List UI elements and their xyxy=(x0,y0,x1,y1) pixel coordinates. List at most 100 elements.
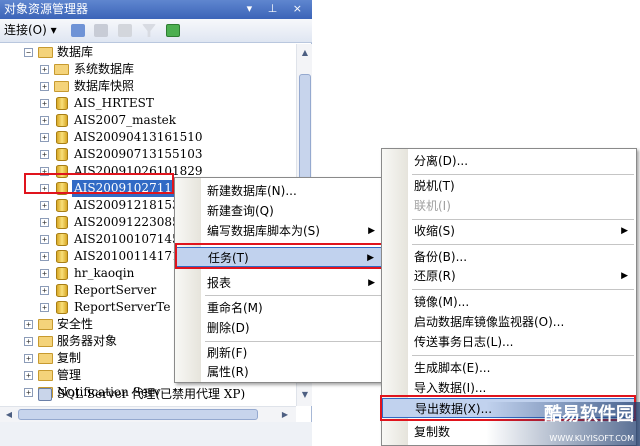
database-icon xyxy=(56,250,68,263)
menu-item-rename[interactable]: 重命名(M) xyxy=(175,298,383,318)
scroll-up-icon[interactable]: ▲ xyxy=(298,46,312,60)
tree-label: 管理 xyxy=(57,368,82,382)
menu-item-label: 传送事务日志(L)... xyxy=(414,335,514,349)
expand-icon[interactable]: + xyxy=(40,116,49,125)
submenu-arrow-icon: ▶ xyxy=(368,278,375,288)
watermark-text: 酷易软件园 xyxy=(544,404,634,425)
menu-item-bring-online: 联机(I) xyxy=(382,196,636,216)
filter-icon[interactable] xyxy=(141,24,156,37)
expand-icon[interactable]: + xyxy=(40,303,49,312)
menu-separator xyxy=(412,355,634,356)
expand-icon[interactable]: + xyxy=(40,201,49,210)
menu-item-label: 刷新(F) xyxy=(207,346,248,360)
refresh-icon[interactable] xyxy=(165,24,180,37)
scroll-left-icon[interactable]: ◀ xyxy=(2,408,16,422)
menu-item-script-database[interactable]: 编写数据库脚本为(S) ▶ xyxy=(175,221,383,241)
menu-separator xyxy=(412,289,634,290)
folder-icon xyxy=(38,319,53,330)
folder-icon xyxy=(54,81,69,92)
menu-item-backup[interactable]: 备份(B)... xyxy=(382,247,636,267)
menu-item-label: 联机(I) xyxy=(414,199,451,213)
menu-item-detach[interactable]: 分离(D)... xyxy=(382,151,636,171)
panel-titlebar: 对象资源管理器 ▾ ⊥ × xyxy=(0,0,312,19)
expand-icon[interactable]: + xyxy=(24,371,33,380)
menu-item-label: 启动数据库镜像监视器(O)... xyxy=(414,315,565,329)
database-icon xyxy=(56,97,68,110)
menu-item-label: 生成脚本(E)... xyxy=(414,361,491,375)
tree-node-database[interactable]: + AIS20090713155103 xyxy=(0,146,290,163)
horizontal-scroll-thumb[interactable] xyxy=(18,409,258,420)
expand-icon[interactable]: + xyxy=(40,252,49,261)
tree-node-database[interactable]: + AIS20090413161510 xyxy=(0,129,290,146)
menu-separator xyxy=(412,219,634,220)
expand-icon[interactable]: + xyxy=(40,150,49,159)
menu-item-label: 导入数据(I)... xyxy=(414,381,487,395)
scroll-right-icon[interactable]: ▶ xyxy=(278,408,292,422)
expand-icon[interactable]: + xyxy=(40,99,49,108)
tree-node-database[interactable]: + AIS_HRTEST xyxy=(0,95,290,112)
submenu-arrow-icon: ▶ xyxy=(368,226,375,236)
expand-icon[interactable]: + xyxy=(24,337,33,346)
menu-item-mirror[interactable]: 镜像(M)... xyxy=(382,292,636,312)
tree-label: 数据库 xyxy=(57,45,94,59)
connect-server-icon[interactable] xyxy=(70,24,85,37)
menu-item-new-query[interactable]: 新建查询(Q) xyxy=(175,201,383,221)
tree-label: 数据库快照 xyxy=(74,79,135,93)
tree-node-sql-agent[interactable]: SQL Server 代理(已禁用代理 XP) xyxy=(0,386,296,403)
horizontal-scrollbar[interactable]: ◀ ▶ xyxy=(0,406,296,422)
expand-icon[interactable]: + xyxy=(40,235,49,244)
menu-item-shrink[interactable]: 收缩(S) ▶ xyxy=(382,221,636,241)
collapse-icon[interactable]: − xyxy=(24,48,33,57)
tree-node-system-databases[interactable]: + 系统数据库 xyxy=(0,61,290,78)
expand-icon[interactable]: + xyxy=(40,82,49,91)
menu-item-new-database[interactable]: 新建数据库(N)... xyxy=(175,181,383,201)
tree-node-snapshots[interactable]: + 数据库快照 xyxy=(0,78,290,95)
panel-toolbar: 连接(O) ▾ xyxy=(0,19,312,43)
expand-icon[interactable]: + xyxy=(40,269,49,278)
menu-item-label: 分离(D)... xyxy=(414,154,469,168)
connect-button[interactable]: 连接(O) ▾ xyxy=(4,23,57,37)
tree-label: ReportServer xyxy=(74,283,157,297)
menu-item-take-offline[interactable]: 脱机(T) xyxy=(382,176,636,196)
menu-separator xyxy=(412,174,634,175)
menu-item-refresh[interactable]: 刷新(F) xyxy=(175,343,383,363)
menu-item-mirror-monitor[interactable]: 启动数据库镜像监视器(O)... xyxy=(382,312,636,332)
database-icon xyxy=(56,267,68,280)
stop-icon[interactable] xyxy=(118,24,133,37)
expand-icon[interactable]: + xyxy=(40,133,49,142)
menu-item-properties[interactable]: 属性(R) xyxy=(175,362,383,382)
database-icon xyxy=(56,284,68,297)
menu-item-restore[interactable]: 还原(R) ▶ xyxy=(382,266,636,286)
expand-icon[interactable]: + xyxy=(24,354,33,363)
menu-item-generate-scripts[interactable]: 生成脚本(E)... xyxy=(382,358,636,378)
tree-label: AIS2007_mastek xyxy=(74,113,177,127)
menu-item-label: 脱机(T) xyxy=(414,179,455,193)
tree-label: 服务器对象 xyxy=(57,334,118,348)
expand-icon[interactable]: + xyxy=(40,65,49,74)
folder-icon xyxy=(38,336,53,347)
menu-item-reports[interactable]: 报表 ▶ xyxy=(175,273,383,293)
menu-item-delete[interactable]: 删除(D) xyxy=(175,318,383,338)
tree-label: AIS20100114171 xyxy=(74,249,180,263)
tree-node-databases[interactable]: − 数据库 xyxy=(0,44,290,61)
tree-label: 复制 xyxy=(57,351,82,365)
database-icon xyxy=(56,148,68,161)
menu-item-label: 删除(D) xyxy=(207,321,250,335)
menu-item-label: 重命名(M) xyxy=(207,301,263,315)
expand-icon[interactable]: + xyxy=(24,320,33,329)
folder-icon xyxy=(38,47,53,58)
connect-label: 连接(O) xyxy=(4,23,47,37)
disconnect-icon[interactable] xyxy=(94,24,109,37)
expand-icon[interactable]: + xyxy=(40,218,49,227)
tree-node-database[interactable]: + AIS2007_mastek xyxy=(0,112,290,129)
panel-window-controls[interactable]: ▾ ⊥ × xyxy=(247,1,308,16)
tree-label: hr_kaoqin xyxy=(74,266,135,280)
menu-item-label: 镜像(M)... xyxy=(414,295,470,309)
scroll-down-icon[interactable]: ▼ xyxy=(298,388,312,402)
menu-separator xyxy=(205,341,381,342)
database-icon xyxy=(56,114,68,127)
database-icon xyxy=(56,216,68,229)
tree-label: AIS20091218153 xyxy=(74,198,180,212)
menu-item-log-shipping[interactable]: 传送事务日志(L)... xyxy=(382,332,636,352)
expand-icon[interactable]: + xyxy=(40,286,49,295)
